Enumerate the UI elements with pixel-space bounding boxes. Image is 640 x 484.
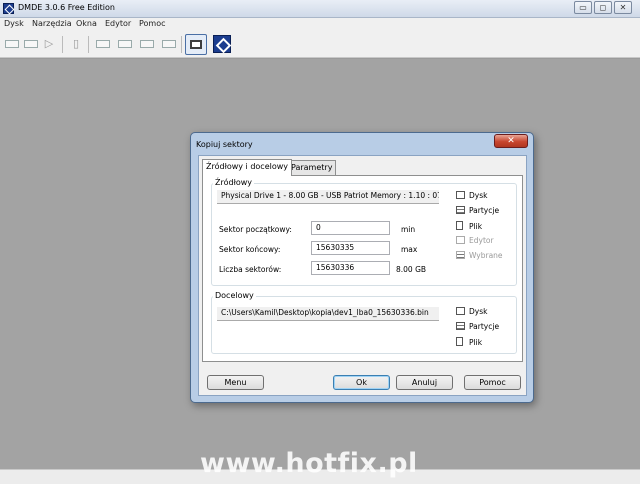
view-icon[interactable]: [96, 40, 110, 48]
ok-button[interactable]: Ok: [333, 375, 390, 390]
source-editor-option: Edytor: [456, 236, 494, 247]
file-icon: [456, 221, 463, 230]
play-icon[interactable]: ▷: [42, 37, 56, 51]
file-icon: [456, 337, 463, 346]
menu-narzedzia[interactable]: Narzędzia: [32, 19, 72, 28]
start-sector-min: min: [401, 225, 416, 234]
sector-count-input[interactable]: 15630336: [311, 261, 390, 275]
app-titlebar: DMDE 3.0.6 Free Edition ▭ ◻ ✕: [0, 0, 640, 18]
maximize-button[interactable]: ◻: [594, 1, 612, 14]
toolbar-separator: [181, 36, 182, 53]
target-disk-option[interactable]: Dysk: [456, 307, 487, 318]
copy-sectors-dialog: Kopiuj sektory ✕ Źródłowy i docelowy Par…: [190, 132, 534, 403]
start-sector-label: Sektor początkowy:: [219, 225, 292, 234]
dialog-title: Kopiuj sektory: [196, 140, 253, 149]
watermark-text: www.hotfix.pl: [200, 448, 418, 479]
toolbar-separator: [62, 36, 63, 53]
disk-icon: [456, 307, 465, 315]
disk-icon: [456, 191, 465, 199]
toolbar-separator: [88, 36, 89, 53]
source-selected-option: Wybrane: [456, 251, 503, 262]
source-partitions-option[interactable]: Partycje: [456, 206, 499, 217]
target-partitions-option[interactable]: Partycje: [456, 322, 499, 333]
open-disk-icon[interactable]: [5, 40, 19, 48]
selected-icon: [456, 251, 465, 259]
end-sector-input[interactable]: 15630335: [311, 241, 390, 255]
sector-count-size: 8.00 GB: [396, 265, 427, 274]
source-device-field: Physical Drive 1 - 8.00 GB - USB Patriot…: [217, 190, 439, 204]
menu-okna[interactable]: Okna: [76, 19, 97, 28]
menu-bar: Dysk Narzędzia Okna Edytor Pomoc: [0, 18, 640, 31]
close-button[interactable]: ✕: [614, 1, 632, 14]
editor-icon: [456, 236, 465, 244]
copy-sectors-icon[interactable]: [185, 34, 207, 55]
toolbar: ▷ ▯: [0, 31, 640, 58]
source-disk-option[interactable]: Dysk: [456, 191, 487, 202]
target-path-field: C:\Users\Kamil\Desktop\kopia\dev1_lba0_1…: [217, 307, 439, 321]
partitions-icon: [456, 322, 465, 330]
cancel-button[interactable]: Anuluj: [396, 375, 453, 390]
source-file-option[interactable]: Plik: [456, 221, 482, 232]
menu-dysk[interactable]: Dysk: [4, 19, 24, 28]
dialog-body: Źródłowy i docelowy Parametry Źródłowy P…: [198, 155, 527, 396]
tab-source-target[interactable]: Źródłowy i docelowy: [202, 159, 293, 176]
end-sector-max: max: [401, 245, 418, 254]
help-button[interactable]: Pomoc: [464, 375, 521, 390]
sector-count-label: Liczba sektorów:: [219, 265, 282, 274]
dmde-app-icon: [3, 3, 14, 14]
source-group-label: Źródłowy: [213, 178, 255, 187]
tab-panel: Źródłowy Physical Drive 1 - 8.00 GB - US…: [202, 175, 523, 362]
target-file-option[interactable]: Plik: [456, 337, 482, 348]
document-icon[interactable]: ▯: [69, 37, 83, 51]
start-sector-input[interactable]: 0: [311, 221, 390, 235]
table-icon[interactable]: [140, 40, 154, 48]
app-title: DMDE 3.0.6 Free Edition: [18, 3, 115, 12]
minimize-button[interactable]: ▭: [574, 1, 592, 14]
end-sector-label: Sektor końcowy:: [219, 245, 281, 254]
target-group-label: Docelowy: [213, 291, 256, 300]
menu-edytor[interactable]: Edytor: [105, 19, 131, 28]
list-icon[interactable]: [118, 40, 132, 48]
menu-button[interactable]: Menu: [207, 375, 264, 390]
dialog-close-button[interactable]: ✕: [494, 134, 528, 148]
menu-pomoc[interactable]: Pomoc: [139, 19, 166, 28]
partitions-icon: [456, 206, 465, 214]
dmde-logo-icon[interactable]: [213, 35, 231, 53]
partitions-icon[interactable]: [24, 40, 38, 48]
edit-icon[interactable]: [162, 40, 176, 48]
tab-parameters[interactable]: Parametry: [287, 160, 337, 175]
